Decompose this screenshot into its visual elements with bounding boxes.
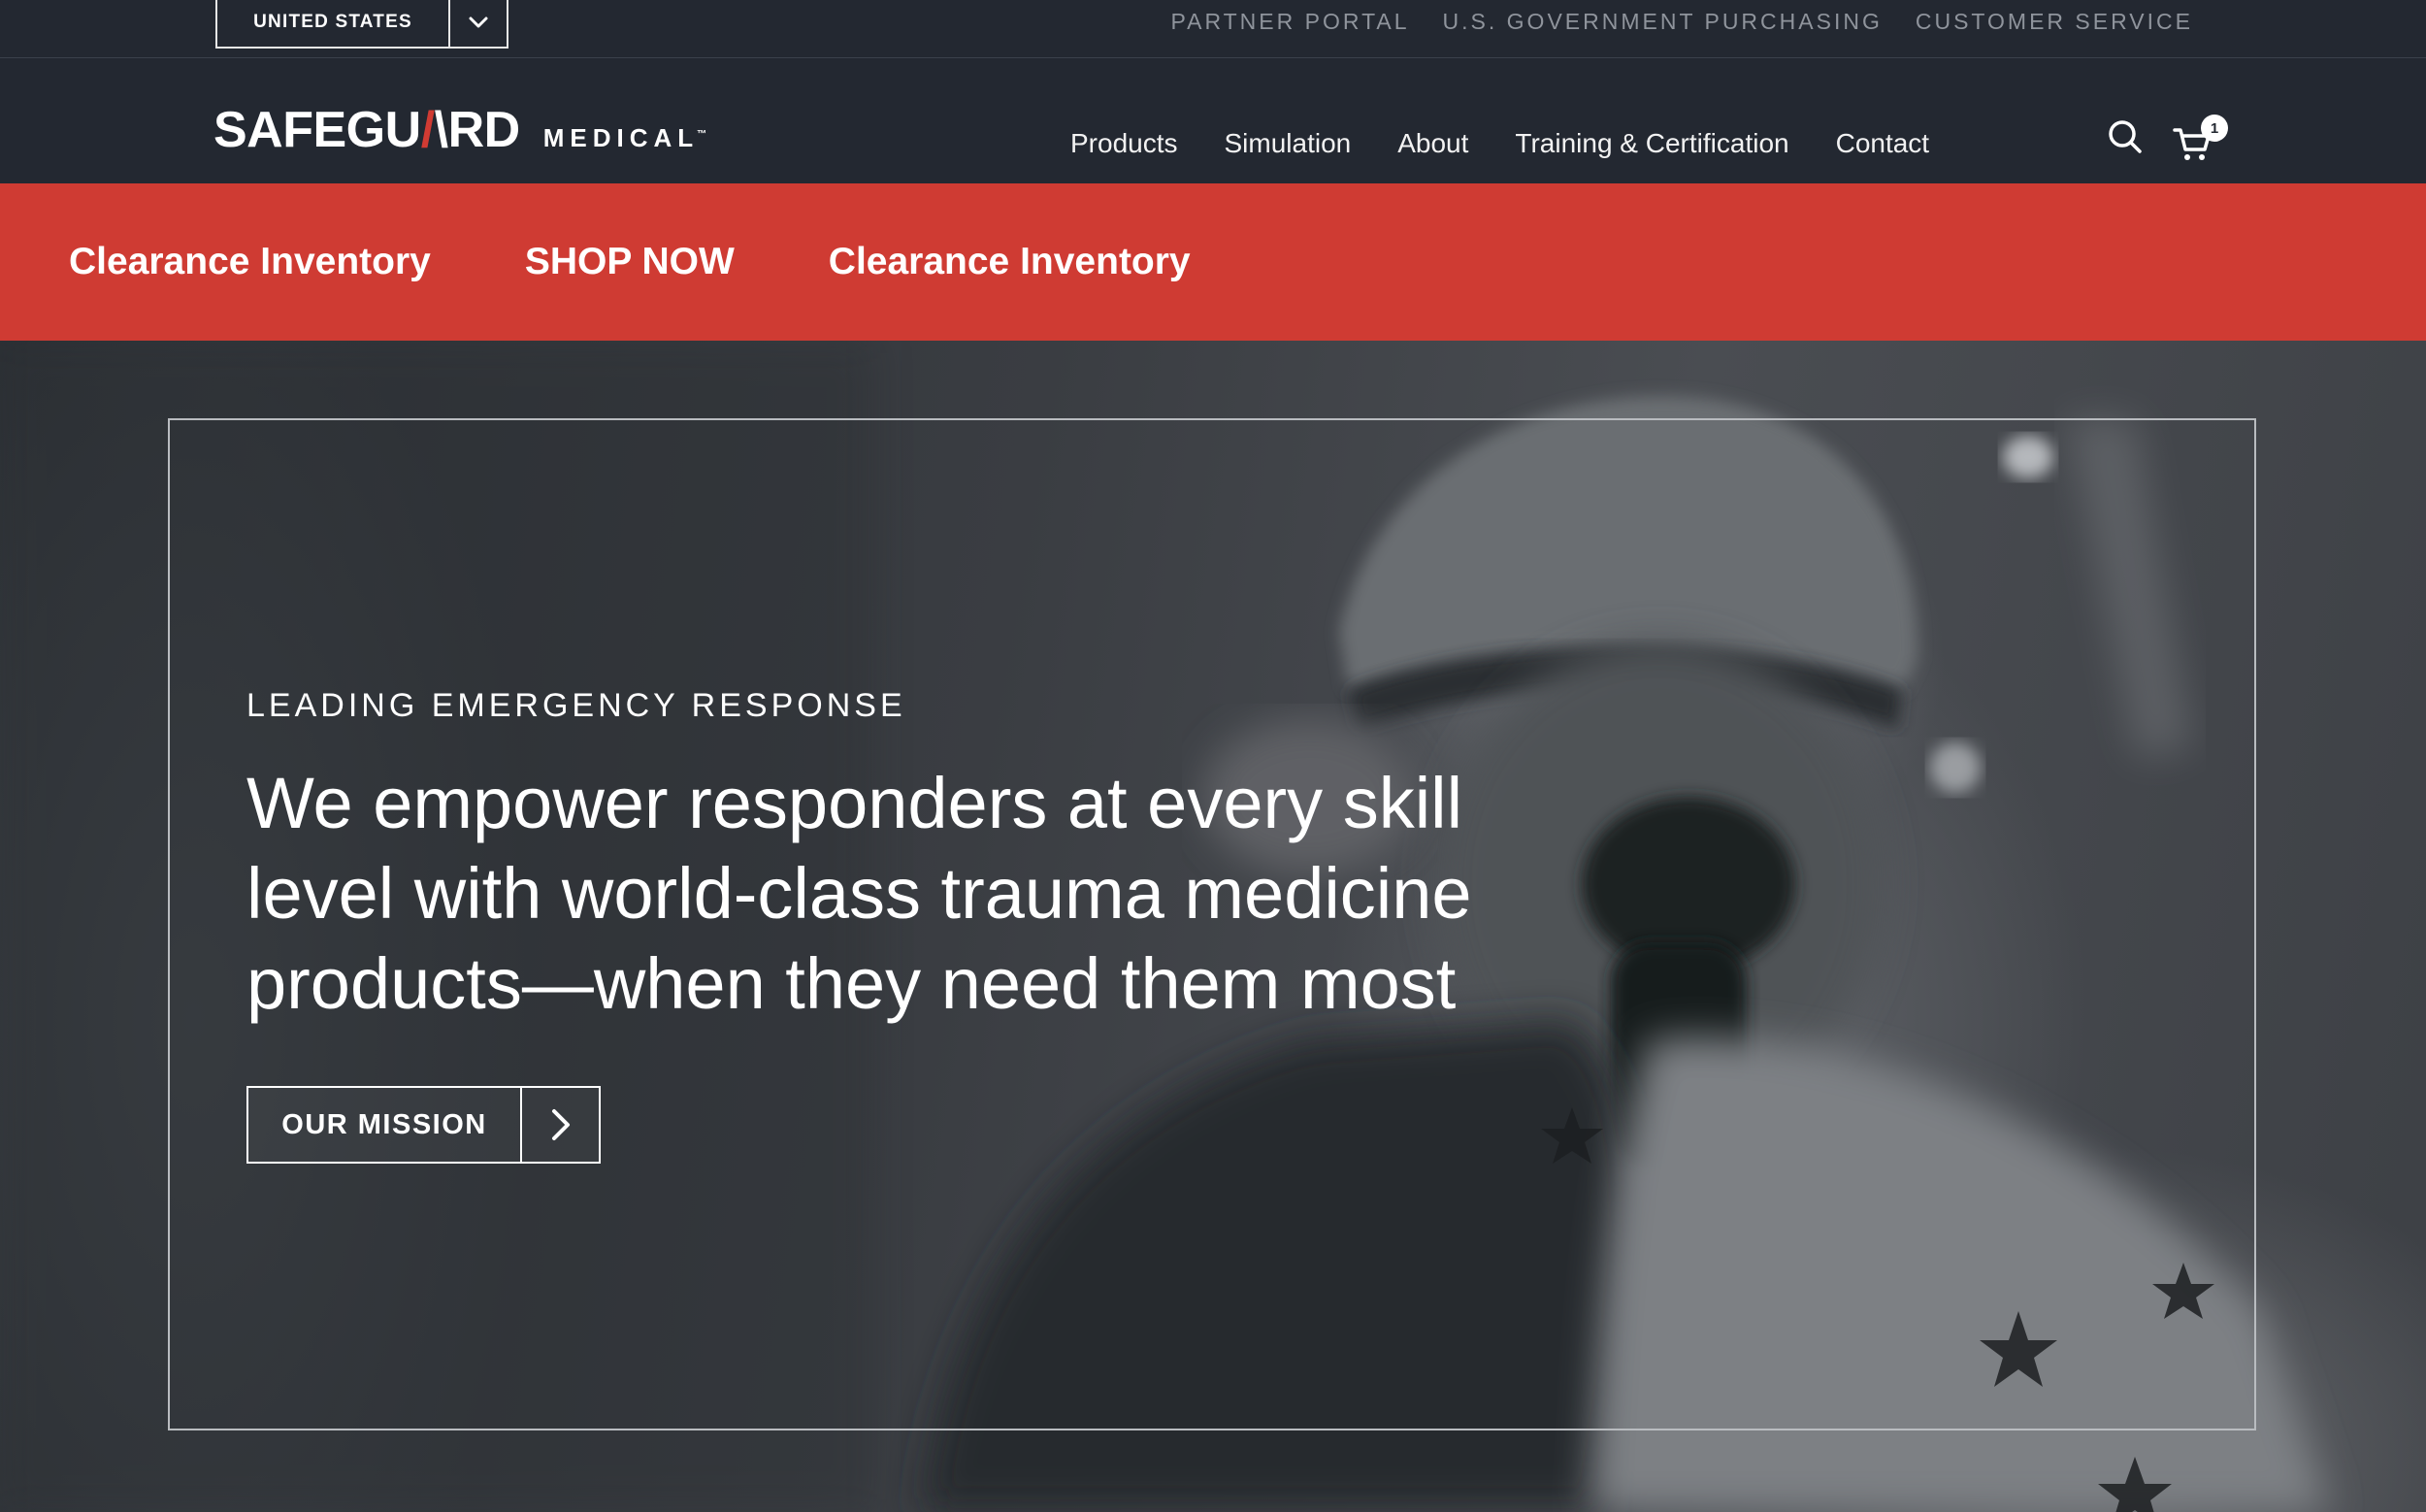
hero-eyebrow: LEADING EMERGENCY RESPONSE [246, 687, 906, 724]
nav-about[interactable]: About [1397, 128, 1468, 159]
promo-clearance-inventory-1[interactable]: Clearance Inventory [69, 241, 431, 283]
search-icon[interactable] [2106, 117, 2145, 156]
cart-button[interactable]: 1 [2172, 115, 2228, 163]
customer-service-link[interactable]: CUSTOMER SERVICE [1916, 9, 2193, 35]
nav-simulation[interactable]: Simulation [1225, 128, 1352, 159]
promo-clearance-inventory-2[interactable]: Clearance Inventory [829, 241, 1191, 283]
nav-products[interactable]: Products [1070, 128, 1178, 159]
our-mission-button[interactable]: OUR MISSION [246, 1086, 601, 1164]
site-logo[interactable]: SAFEGU/\RD MEDICAL™ [213, 105, 706, 155]
country-selector[interactable]: UNITED STATES [215, 0, 508, 49]
partner-portal-link[interactable]: PARTNER PORTAL [1170, 9, 1409, 35]
utility-bar: UNITED STATES PARTNER PORTAL U.S. GOVERN… [0, 0, 2426, 58]
nav-training-certification[interactable]: Training & Certification [1515, 128, 1788, 159]
our-mission-label: OUR MISSION [281, 1108, 487, 1140]
main-nav: Products Simulation About Training & Cer… [1070, 128, 1929, 159]
nav-contact[interactable]: Contact [1836, 128, 1930, 159]
hero-section: LEADING EMERGENCY RESPONSE We empower re… [0, 341, 2426, 1512]
promo-bar: Clearance Inventory SHOP NOW Clearance I… [0, 183, 2426, 341]
logo-wordmark: SAFEGU/\RD [213, 102, 520, 158]
country-label: UNITED STATES [253, 12, 412, 32]
promo-shop-now[interactable]: SHOP NOW [525, 241, 735, 283]
cart-count-badge: 1 [2201, 115, 2228, 142]
hero-headline: We empower responders at every skill lev… [246, 763, 1472, 1024]
main-header: SAFEGU/\RD MEDICAL™ Products Simulation … [0, 58, 2426, 183]
chevron-down-icon[interactable] [448, 0, 507, 47]
government-purchasing-link[interactable]: U.S. GOVERNMENT PURCHASING [1443, 9, 1883, 35]
utility-links: PARTNER PORTAL U.S. GOVERNMENT PURCHASIN… [1170, 0, 2193, 43]
logo-subtitle: MEDICAL™ [542, 123, 707, 152]
chevron-right-icon [520, 1088, 599, 1162]
